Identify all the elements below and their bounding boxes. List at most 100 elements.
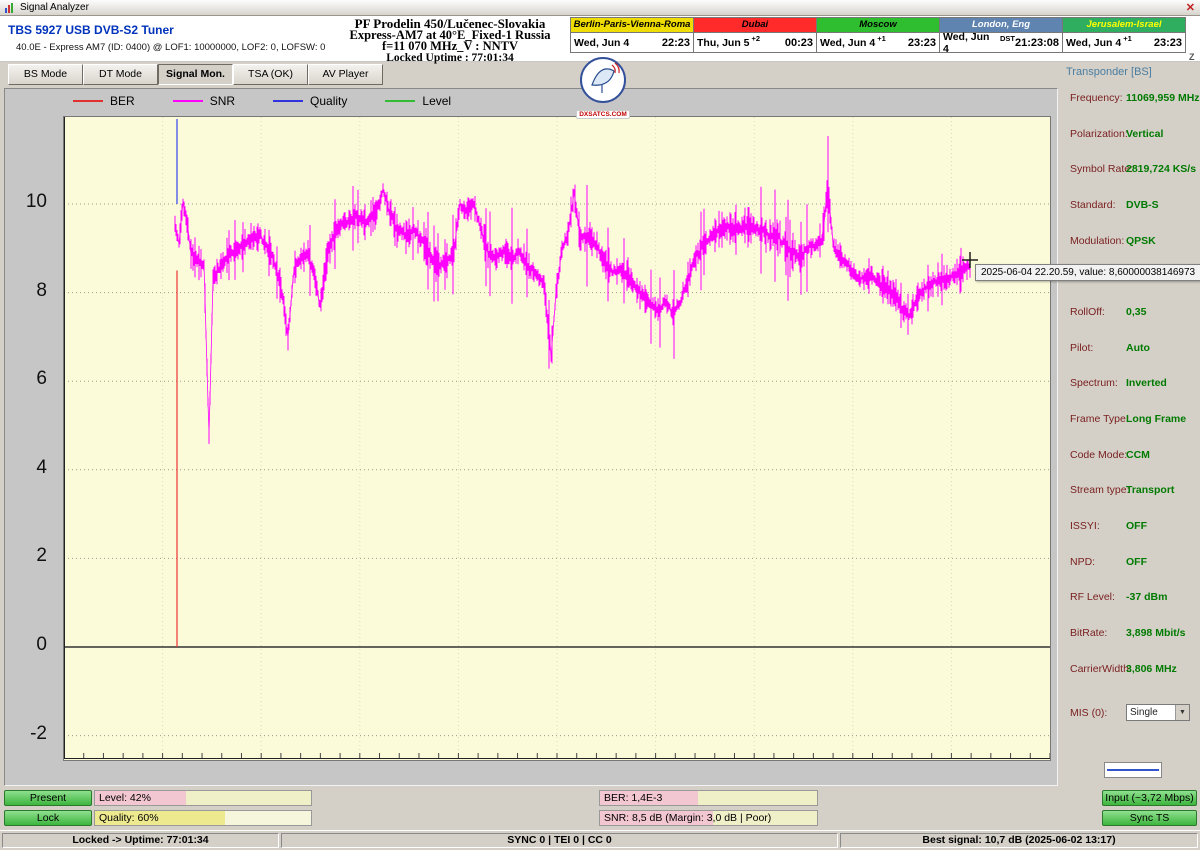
window-title: Signal Analyzer <box>20 2 89 13</box>
tab-tsa[interactable]: TSA (OK) <box>233 64 308 85</box>
tab-dt-mode[interactable]: DT Mode <box>83 64 158 85</box>
legend-label: SNR <box>210 94 235 108</box>
signal-analyzer-window: Signal Analyzer ✕ TBS 5927 USB DVB-S2 Tu… <box>0 0 1200 850</box>
clock-dubai: Dubai Thu, Jun 5 +2 00:23 <box>693 17 817 53</box>
mini-level-meter <box>1104 762 1162 778</box>
legend-swatch-snr <box>173 100 203 102</box>
clock-time: 23:23 <box>1154 37 1182 49</box>
y-axis-tick: 8 <box>5 280 47 302</box>
clock-city: Moscow <box>817 18 939 33</box>
clock-london: London, Eng Wed, Jun 4 DST 21:23:08 <box>939 17 1063 53</box>
mis-dropdown[interactable]: Single ▼ <box>1126 704 1190 721</box>
clock-city: Dubai <box>694 18 816 33</box>
transponder-panel-title: Transponder [BS] <box>1066 66 1152 78</box>
clock-date: Wed, Jun 4 <box>943 31 998 55</box>
dxsatcs-logo-emblem <box>580 57 626 103</box>
site-info: PF Prodelin 450/Lučenec-Slovakia Express… <box>320 16 580 64</box>
field-rf-level: RF Level:-37 dBm <box>1070 591 1198 604</box>
chevron-down-icon[interactable]: ▼ <box>1175 705 1189 720</box>
header: TBS 5927 USB DVB-S2 Tuner 40.0E - Expres… <box>0 16 1200 62</box>
lock-indicator: Lock <box>4 810 92 826</box>
status-bar: Locked -> Uptime: 77:01:34 SYNC 0 | TEI … <box>0 830 1200 850</box>
zoom-icon[interactable]: Z <box>1189 52 1195 62</box>
dxsatcs-logo-text: DXSATCS.COM <box>576 110 630 119</box>
level-bar: Level: 42% <box>94 790 312 806</box>
chart-tooltip: 2025-06-04 22.20.59, value: 8,6000003814… <box>975 264 1200 281</box>
field-pilot: Pilot:Auto <box>1070 342 1198 355</box>
snr-bar: SNR: 8,5 dB (Margin: 3,0 dB | Poor) <box>599 810 818 826</box>
field-modulation: Modulation:QPSK <box>1070 235 1198 248</box>
clock-city: Berlin-Paris-Vienna-Roma <box>571 18 693 33</box>
legend-label: Level <box>422 94 451 108</box>
tuner-details: 40.0E - Express AM7 (ID: 0400) @ LOF1: 1… <box>16 42 325 53</box>
mini-level-line <box>1107 769 1159 771</box>
clock-date: Wed, Jun 4 <box>1066 37 1121 49</box>
present-indicator: Present <box>4 790 92 806</box>
sync-ts-indicator: Sync TS <box>1102 810 1197 826</box>
clock-time: 22:23 <box>662 37 690 49</box>
status-best-signal: Best signal: 10,7 dB (2025-06-02 13:17) <box>840 833 1198 848</box>
y-axis-tick: 4 <box>5 457 47 479</box>
clock-city: Jerusalem-Israel <box>1063 18 1185 33</box>
title-bar: Signal Analyzer ✕ <box>0 0 1200 16</box>
y-axis-tick: 6 <box>5 368 47 390</box>
legend-swatch-quality <box>273 100 303 102</box>
clock-offset: +1 <box>877 34 886 43</box>
field-issyi: ISSYI:OFF <box>1070 520 1198 533</box>
snr-bar-label: SNR: 8,5 dB (Margin: 3,0 dB | Poor) <box>604 811 771 825</box>
legend-item-snr: SNR <box>173 94 235 108</box>
clock-jerusalem: Jerusalem-Israel Wed, Jun 4 +1 23:23 <box>1062 17 1186 53</box>
clock-date: Wed, Jun 4 <box>820 37 875 49</box>
quality-bar: Quality: 60% <box>94 810 312 826</box>
legend-label: BER <box>110 94 135 108</box>
chart-panel: BER SNR Quality Level 10 8 6 4 2 0 -2 <box>4 88 1058 786</box>
field-polarization: Polarization:Vertical <box>1070 128 1198 141</box>
clock-time: 23:23 <box>908 37 936 49</box>
tuner-name: TBS 5927 USB DVB-S2 Tuner <box>8 23 174 37</box>
mis-selected-value: Single <box>1127 707 1175 718</box>
snr-plot-area[interactable] <box>63 116 1051 761</box>
status-sync-counters: SYNC 0 | TEI 0 | CC 0 <box>281 833 838 848</box>
field-code-mode: Code Mode:CCM <box>1070 449 1198 462</box>
status-uptime: Locked -> Uptime: 77:01:34 <box>2 833 279 848</box>
clock-time: 21:23:08 <box>1015 37 1059 49</box>
world-clocks: Berlin-Paris-Vienna-Roma Wed, Jun 4 22:2… <box>570 17 1185 53</box>
field-stream-type: Stream type:Transport <box>1070 484 1198 497</box>
tab-av-player[interactable]: AV Player <box>308 64 383 85</box>
field-spectrum: Spectrum:Inverted <box>1070 377 1198 390</box>
level-bar-label: Level: 42% <box>99 791 151 805</box>
site-line-3: f=11 070 MHz_V : NNTV <box>320 41 580 53</box>
field-symbol-rate: Symbol Rate:2819,724 KS/s <box>1070 163 1198 176</box>
clock-berlin: Berlin-Paris-Vienna-Roma Wed, Jun 4 22:2… <box>570 17 694 53</box>
y-axis-tick: 10 <box>5 191 47 213</box>
close-icon[interactable]: ✕ <box>1186 1 1195 14</box>
site-line-4: Locked Uptime : 77:01:34 <box>320 53 580 65</box>
y-axis-tick: -2 <box>5 723 47 745</box>
field-frame-type: Frame Type:Long Frame <box>1070 413 1198 426</box>
dxsatcs-logo: DXSATCS.COM <box>574 57 632 121</box>
chart-legend: BER SNR Quality Level <box>73 94 489 108</box>
field-rolloff: RollOff:0,35 <box>1070 306 1198 319</box>
field-npd: NPD:OFF <box>1070 556 1198 569</box>
app-icon <box>4 2 16 14</box>
clock-offset: +2 <box>752 34 761 43</box>
ber-bar: BER: 1,4E-3 <box>599 790 818 806</box>
tab-bs-mode[interactable]: BS Mode <box>8 64 83 85</box>
tab-signal-mon[interactable]: Signal Mon. <box>158 64 233 85</box>
clock-date: Wed, Jun 4 <box>574 37 629 49</box>
clock-time: 00:23 <box>785 37 813 49</box>
legend-swatch-ber <box>73 100 103 102</box>
field-bitrate: BitRate:3,898 Mbit/s <box>1070 627 1198 640</box>
quality-bar-label: Quality: 60% <box>99 811 159 825</box>
clock-offset: +1 <box>1123 34 1132 43</box>
field-carrier-width: CarrierWidth:3,806 MHz <box>1070 663 1198 676</box>
input-indicator: Input (~3,72 Mbps) <box>1102 790 1197 806</box>
field-mis: MIS (0): Single ▼ <box>1070 707 1198 720</box>
ber-bar-label: BER: 1,4E-3 <box>604 791 662 805</box>
legend-label: Quality <box>310 94 347 108</box>
y-axis-tick: 2 <box>5 545 47 567</box>
legend-item-ber: BER <box>73 94 135 108</box>
field-standard: Standard:DVB-S <box>1070 199 1198 212</box>
snr-plot-svg <box>64 117 1050 760</box>
legend-item-quality: Quality <box>273 94 347 108</box>
